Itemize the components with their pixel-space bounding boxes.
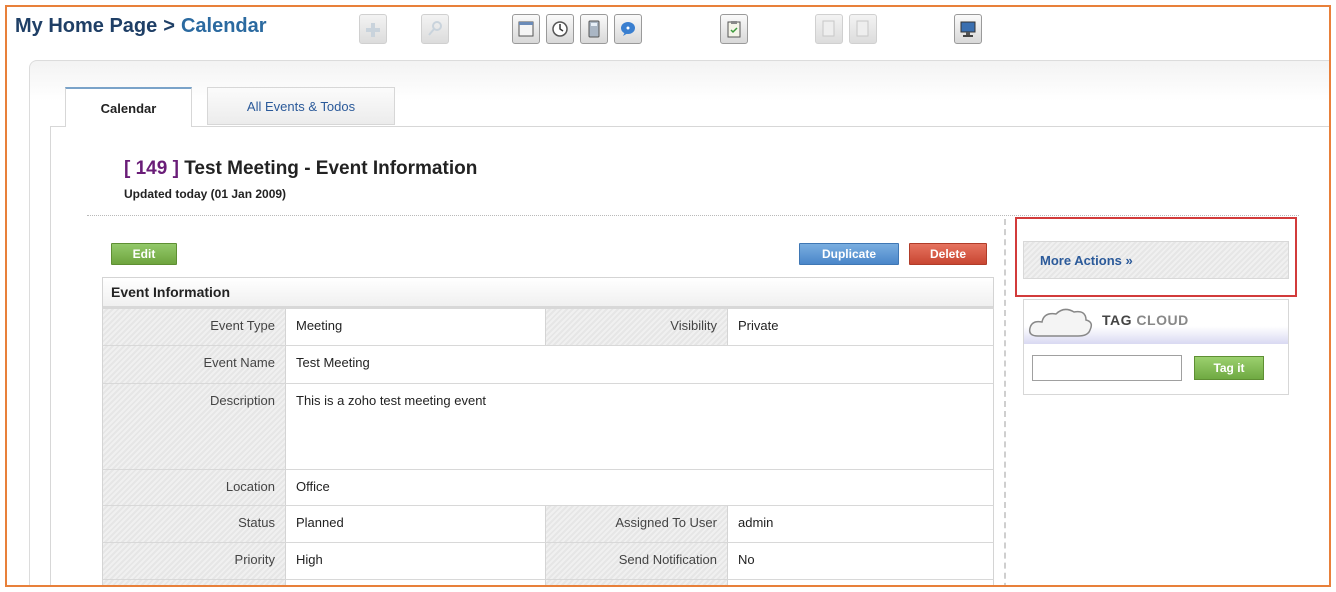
add-icon[interactable]	[359, 14, 387, 44]
field-value: Office	[286, 470, 993, 505]
table-row: Location Office	[102, 470, 994, 506]
field-value: High	[286, 543, 546, 579]
field-label: Send Notification	[546, 543, 728, 579]
breadcrumb-current: Calendar	[180, 15, 267, 37]
field-value	[728, 580, 993, 585]
tag-cloud-title: TAG CLOUD	[1102, 312, 1189, 328]
table-row: Event Type Meeting Visibility Private	[102, 309, 994, 346]
calendar-icon[interactable]	[512, 14, 540, 44]
tag-it-button[interactable]: Tag it	[1194, 356, 1264, 380]
breadcrumb-home[interactable]: My Home Page	[15, 15, 157, 37]
field-value: Private	[728, 309, 993, 345]
field-label: Description	[103, 384, 286, 469]
calculator-icon[interactable]	[580, 14, 608, 44]
chat-icon[interactable]	[614, 14, 642, 44]
search-icon[interactable]	[421, 14, 449, 44]
field-value: Test Meeting	[286, 346, 993, 383]
field-label: Status	[103, 506, 286, 542]
field-label	[103, 580, 286, 585]
import-icon[interactable]	[815, 14, 843, 44]
table-row: Description This is a zoho test meeting …	[102, 384, 994, 470]
field-label: Priority	[103, 543, 286, 579]
field-value: admin	[728, 506, 993, 542]
field-value: Meeting	[286, 309, 546, 345]
breadcrumb-separator: >	[163, 15, 175, 37]
tag-input[interactable]	[1032, 355, 1182, 381]
updated-info: Updated today (01 Jan 2009)	[124, 187, 287, 201]
clock-icon[interactable]	[546, 14, 574, 44]
cloud-icon	[1028, 308, 1093, 337]
section-header: Event Information	[102, 277, 994, 309]
export-icon[interactable]	[849, 14, 877, 44]
app-frame: My Home Page > Calendar Calendar All Event…	[5, 5, 1331, 587]
tag-cloud-header: TAG CLOUD	[1024, 300, 1288, 344]
field-label: Visibility	[546, 309, 728, 345]
edit-button[interactable]: Edit	[111, 243, 177, 265]
page-title: [ 149 ] Test Meeting - Event Information	[124, 158, 477, 180]
field-label: Location	[103, 470, 286, 505]
field-label: Event Name	[103, 346, 286, 383]
table-row	[102, 580, 994, 585]
column-divider	[1004, 219, 1006, 585]
highlight-box	[1015, 217, 1297, 297]
tag-cloud-title-light: CLOUD	[1136, 312, 1189, 328]
monitor-icon[interactable]	[954, 14, 982, 44]
record-id: [ 149 ]	[124, 158, 179, 179]
duplicate-button[interactable]: Duplicate	[799, 243, 899, 265]
field-value	[286, 580, 546, 585]
field-value: No	[728, 543, 993, 579]
tab-all-events-todos[interactable]: All Events & Todos	[207, 87, 395, 125]
field-value: This is a zoho test meeting event	[286, 384, 993, 469]
field-label	[546, 580, 728, 585]
field-label: Assigned To User	[546, 506, 728, 542]
tab-calendar[interactable]: Calendar	[65, 87, 192, 127]
clipboard-icon[interactable]	[720, 14, 748, 44]
table-row: Priority High Send Notification No	[102, 543, 994, 580]
field-value: Planned	[286, 506, 546, 542]
delete-button[interactable]: Delete	[909, 243, 987, 265]
tag-cloud-panel: TAG CLOUD Tag it	[1023, 299, 1289, 395]
table-row: Status Planned Assigned To User admin	[102, 506, 994, 543]
table-row: Event Name Test Meeting	[102, 346, 994, 384]
divider	[87, 215, 1299, 216]
breadcrumb: My Home Page > Calendar	[15, 15, 267, 38]
field-label: Event Type	[103, 309, 286, 345]
tag-cloud-title-main: TAG	[1102, 312, 1133, 328]
record-title-text: Test Meeting - Event Information	[184, 158, 478, 179]
